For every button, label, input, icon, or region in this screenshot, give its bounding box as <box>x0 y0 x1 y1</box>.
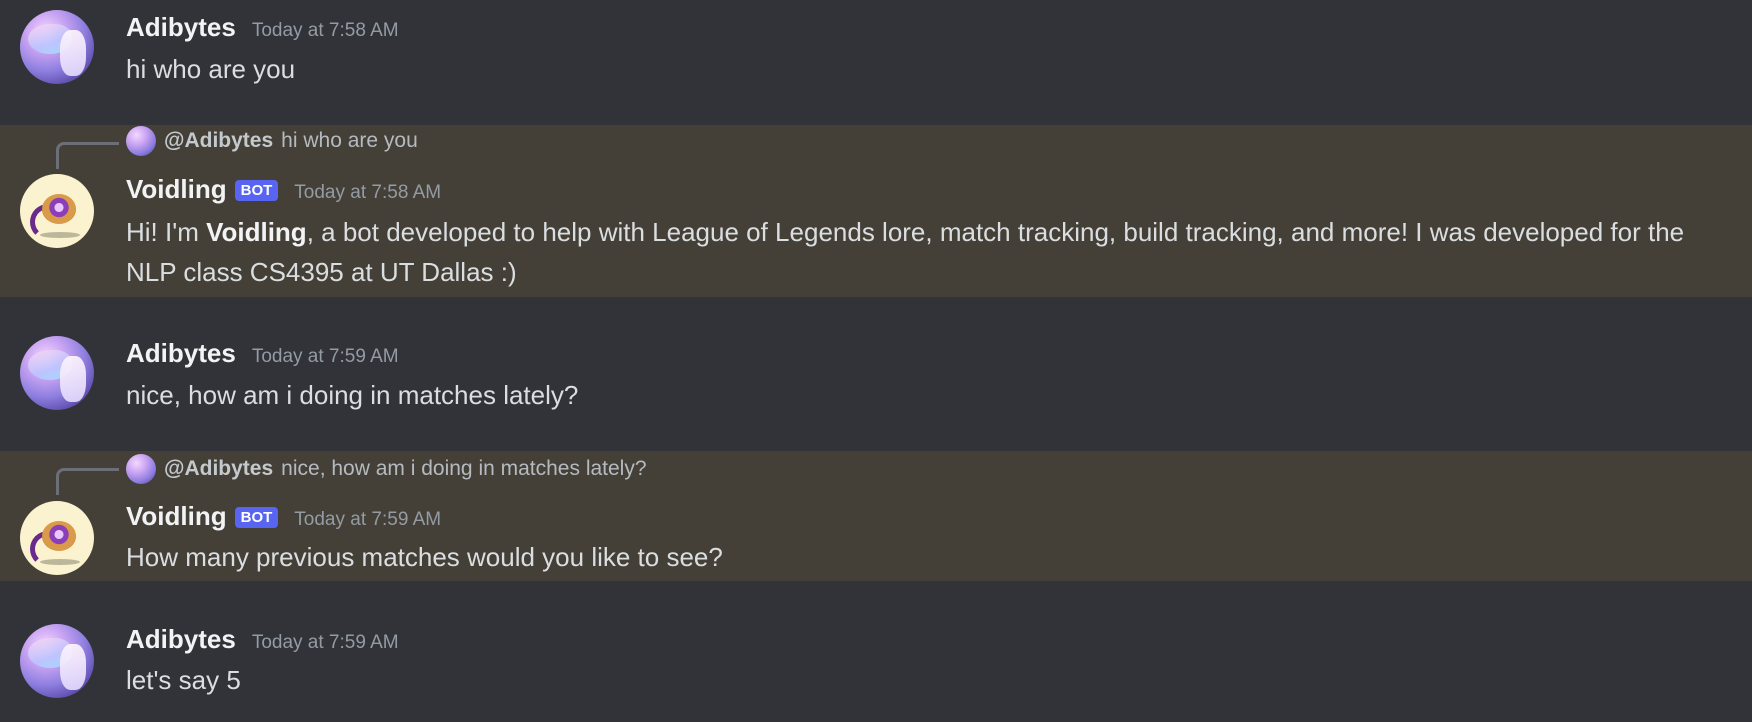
author-name[interactable]: Voidling <box>126 501 227 532</box>
timestamp[interactable]: Today at 7:59 AM <box>252 632 399 654</box>
reply-preview[interactable]: @Adibytes hi who are you <box>126 126 418 156</box>
voidling-avatar[interactable] <box>20 501 94 575</box>
reply-mention[interactable]: @Adibytes <box>164 457 273 481</box>
message-item[interactable]: Adibytes Today at 7:58 AM hi who are you <box>0 0 1752 124</box>
reply-preview[interactable]: @Adibytes nice, how am i doing in matche… <box>126 454 647 484</box>
reply-text[interactable]: nice, how am i doing in matches lately? <box>281 457 646 481</box>
voidling-avatar[interactable] <box>20 174 94 248</box>
message-item[interactable]: @Adibytes nice, how am i doing in matche… <box>0 451 1752 581</box>
adibytes-avatar[interactable] <box>20 624 94 698</box>
avatar-decoration <box>42 194 76 224</box>
timestamp[interactable]: Today at 7:59 AM <box>294 509 441 531</box>
message-header: Voidling BOT Today at 7:59 AM <box>126 501 441 532</box>
message-header: Adibytes Today at 7:59 AM <box>126 624 399 655</box>
adibytes-avatar[interactable] <box>20 336 94 410</box>
reply-text[interactable]: hi who are you <box>281 129 418 153</box>
message-item[interactable]: Adibytes Today at 7:59 AM nice, how am i… <box>0 297 1752 450</box>
message-header: Adibytes Today at 7:59 AM <box>126 338 399 369</box>
message-content: nice, how am i doing in matches lately? <box>126 380 579 410</box>
author-name[interactable]: Adibytes <box>126 624 236 655</box>
reply-spine <box>56 468 119 495</box>
reply-avatar <box>126 454 156 484</box>
author-name[interactable]: Adibytes <box>126 12 236 43</box>
message-content: hi who are you <box>126 54 296 84</box>
avatar-decoration <box>40 559 80 565</box>
timestamp[interactable]: Today at 7:58 AM <box>252 20 399 42</box>
avatar-decoration <box>42 521 76 551</box>
adibytes-avatar[interactable] <box>20 10 94 84</box>
message-header: Voidling BOT Today at 7:58 AM <box>126 174 441 205</box>
author-name[interactable]: Voidling <box>126 174 227 205</box>
avatar-decoration <box>40 232 80 238</box>
timestamp[interactable]: Today at 7:58 AM <box>294 182 441 204</box>
message-header: Adibytes Today at 7:58 AM <box>126 12 399 43</box>
bot-tag-badge: BOT <box>234 180 279 201</box>
message-item[interactable]: @Adibytes hi who are you Voidling BOT To… <box>0 125 1752 297</box>
message-content: let's say 5 <box>126 665 241 695</box>
reply-mention[interactable]: @Adibytes <box>164 129 273 153</box>
message-item[interactable]: Adibytes Today at 7:59 AM let's say 5 <box>0 581 1752 722</box>
author-name[interactable]: Adibytes <box>126 338 236 369</box>
bot-name-bold: Voidling <box>206 217 307 247</box>
reply-avatar <box>126 126 156 156</box>
message-text: , a bot developed to help with League of… <box>126 217 1685 287</box>
message-content: Hi! I'm Voidling, a bot developed to hel… <box>126 212 1736 292</box>
message-content: How many previous matches would you like… <box>126 542 723 572</box>
reply-spine <box>56 142 119 169</box>
timestamp[interactable]: Today at 7:59 AM <box>252 346 399 368</box>
message-text: Hi! I'm <box>126 217 207 247</box>
bot-tag-badge: BOT <box>234 507 279 528</box>
